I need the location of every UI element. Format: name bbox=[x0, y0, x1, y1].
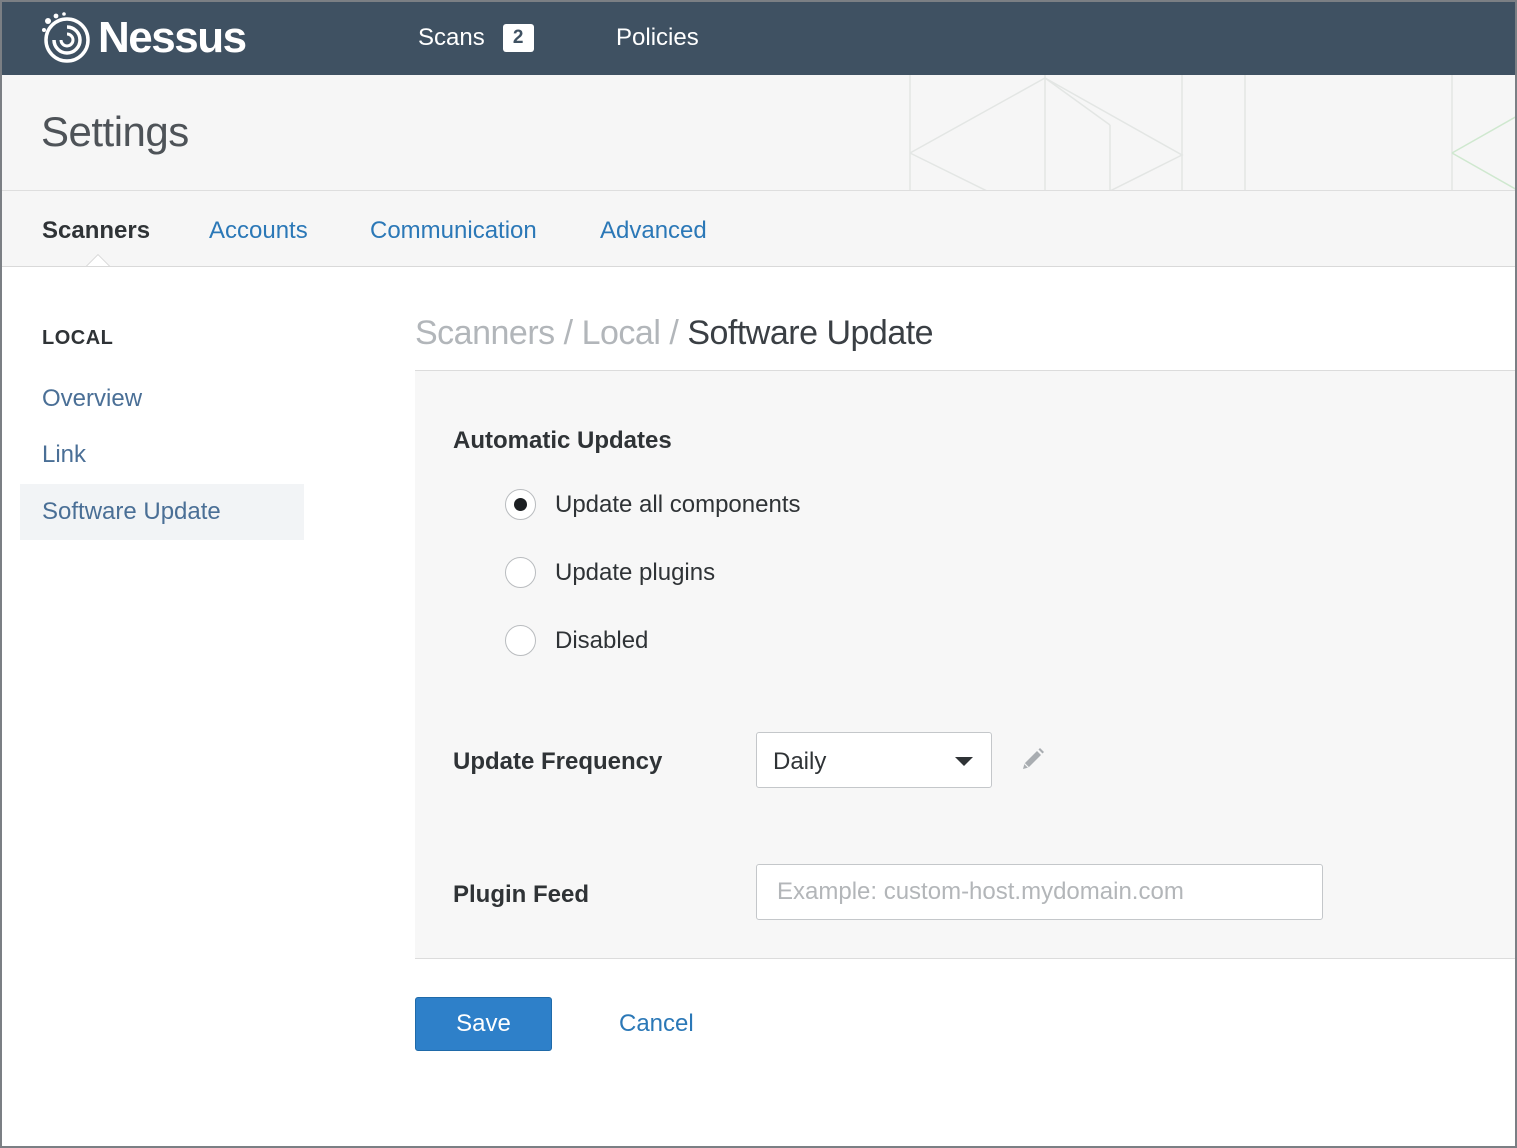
breadcrumb-scanners[interactable]: Scanners bbox=[415, 314, 555, 352]
update-frequency-select[interactable]: Daily bbox=[756, 732, 992, 788]
radio-label: Disabled bbox=[555, 626, 649, 654]
tab-scanners[interactable]: Scanners bbox=[42, 217, 150, 245]
scans-count-badge: 2 bbox=[502, 24, 534, 52]
breadcrumb: Scanners / Local / Software Update bbox=[415, 314, 934, 353]
software-update-form: Automatic Updates Update all components … bbox=[415, 370, 1515, 959]
radio-button-checked[interactable] bbox=[505, 489, 536, 520]
update-frequency-value: Daily bbox=[773, 748, 827, 775]
nav-policies-label: Policies bbox=[616, 24, 699, 51]
plugin-feed-input[interactable] bbox=[756, 864, 1323, 920]
breadcrumb-separator: / bbox=[669, 314, 679, 352]
radio-update-all-components[interactable]: Update all components bbox=[505, 489, 800, 520]
radio-label: Update plugins bbox=[555, 558, 716, 586]
sidebar-heading: LOCAL bbox=[42, 327, 114, 349]
nav-policies[interactable]: Policies bbox=[616, 24, 699, 52]
page-header: Settings bbox=[2, 75, 1515, 191]
caret-down-icon bbox=[955, 757, 973, 766]
sidebar-item-label: Software Update bbox=[42, 498, 221, 525]
app-window: Nessus Scans 2 Policies Settings Scanner… bbox=[0, 0, 1517, 1148]
nav-scans-label: Scans bbox=[418, 24, 485, 51]
tab-communication[interactable]: Communication bbox=[370, 217, 537, 245]
page-title: Settings bbox=[41, 108, 189, 155]
sidebar-item-overview[interactable]: Overview bbox=[20, 371, 304, 427]
active-tab-indicator bbox=[85, 252, 111, 266]
pencil-icon[interactable] bbox=[1018, 746, 1046, 774]
settings-tabs: Scanners Accounts Communication Advanced bbox=[2, 191, 1515, 267]
nessus-logo-icon bbox=[42, 12, 90, 63]
brand-logo[interactable]: Nessus bbox=[40, 10, 247, 66]
automatic-updates-label: Automatic Updates bbox=[453, 427, 672, 454]
tab-accounts[interactable]: Accounts bbox=[209, 217, 308, 245]
breadcrumb-local[interactable]: Local bbox=[582, 314, 661, 352]
radio-update-plugins[interactable]: Update plugins bbox=[505, 557, 715, 588]
plugin-feed-label: Plugin Feed bbox=[453, 881, 590, 908]
breadcrumb-current: Software Update bbox=[687, 314, 934, 352]
save-button[interactable]: Save bbox=[415, 997, 552, 1051]
radio-disabled[interactable]: Disabled bbox=[505, 625, 648, 656]
sidebar-item-label: Link bbox=[42, 441, 87, 468]
sidebar-item-software-update[interactable]: Software Update bbox=[20, 484, 304, 540]
update-frequency-label: Update Frequency bbox=[453, 748, 663, 775]
sidebar-item-label: Overview bbox=[42, 385, 143, 412]
cancel-link[interactable]: Cancel bbox=[619, 1010, 694, 1038]
tab-advanced[interactable]: Advanced bbox=[600, 217, 707, 245]
breadcrumb-separator: / bbox=[563, 314, 573, 352]
radio-button[interactable] bbox=[505, 625, 536, 656]
top-navigation-bar: Nessus Scans 2 Policies bbox=[2, 2, 1515, 75]
radio-label: Update all components bbox=[555, 490, 801, 518]
nav-scans[interactable]: Scans 2 bbox=[418, 24, 534, 52]
brand-name: Nessus bbox=[98, 13, 247, 62]
sidebar-item-link[interactable]: Link bbox=[20, 427, 304, 483]
radio-button[interactable] bbox=[505, 557, 536, 588]
header-decoration bbox=[909, 75, 1515, 190]
